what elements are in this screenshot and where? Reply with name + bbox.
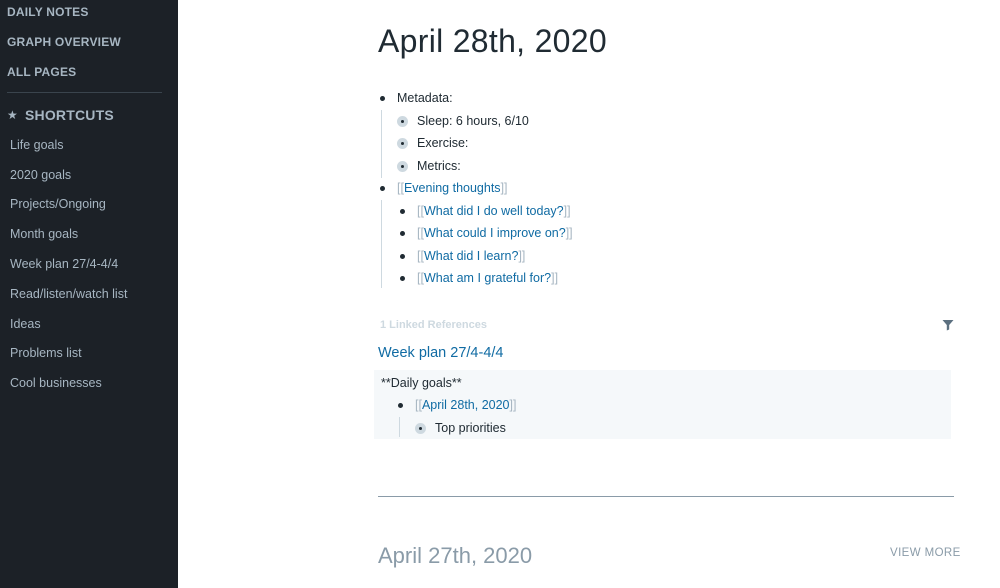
- link-question-1[interactable]: What did I do well today?: [424, 204, 564, 218]
- shortcut-ideas[interactable]: Ideas: [10, 317, 41, 331]
- nav-graph-overview[interactable]: GRAPH OVERVIEW: [7, 35, 121, 49]
- shortcut-read-list[interactable]: Read/listen/watch list: [10, 287, 127, 301]
- block-metadata[interactable]: Metadata:: [376, 91, 453, 105]
- sidebar-divider: [7, 92, 162, 93]
- collapsed-bullet-icon[interactable]: [396, 139, 408, 147]
- shortcut-life-goals[interactable]: Life goals: [10, 138, 64, 152]
- link-question-4[interactable]: What am I grateful for?: [424, 271, 551, 285]
- shortcut-week-plan[interactable]: Week plan 27/4-4/4: [10, 257, 118, 271]
- page-title[interactable]: April 28th, 2020: [378, 23, 607, 60]
- block-question-4[interactable]: [[What am I grateful for?]]: [396, 271, 558, 285]
- thread-line: [399, 417, 400, 437]
- block-exercise[interactable]: Exercise:: [396, 136, 468, 150]
- block-question-3[interactable]: [[What did I learn?]]: [396, 249, 525, 263]
- view-more-button[interactable]: VIEW MORE: [890, 547, 961, 559]
- linked-references-count: 1 Linked References: [380, 319, 487, 331]
- nav-daily-notes[interactable]: DAILY NOTES: [7, 5, 89, 19]
- shortcut-cool-businesses[interactable]: Cool businesses: [10, 376, 102, 390]
- shortcut-projects-ongoing[interactable]: Projects/Ongoing: [10, 197, 106, 211]
- collapsed-bullet-icon[interactable]: [396, 162, 408, 170]
- shortcut-problems-list[interactable]: Problems list: [10, 346, 82, 360]
- reference-page-title[interactable]: Week plan 27/4-4/4: [378, 345, 503, 361]
- reference-grandchild[interactable]: Top priorities: [414, 421, 506, 435]
- block-question-2[interactable]: [[What could I improve on?]]: [396, 226, 573, 240]
- filter-icon[interactable]: [942, 319, 954, 331]
- day-divider: [378, 496, 954, 497]
- shortcuts-title: SHORTCUTS: [24, 107, 114, 123]
- bullet-icon[interactable]: [396, 253, 408, 259]
- shortcut-month-goals[interactable]: Month goals: [10, 227, 78, 241]
- link-question-3[interactable]: What did I learn?: [424, 249, 519, 263]
- block-question-1[interactable]: [[What did I do well today?]]: [396, 204, 571, 218]
- collapsed-bullet-icon[interactable]: [414, 424, 426, 432]
- thread-line: [381, 200, 382, 288]
- bullet-icon[interactable]: [376, 95, 388, 101]
- nav-all-pages[interactable]: ALL PAGES: [7, 65, 76, 79]
- reference-child-link[interactable]: [[April 28th, 2020]]: [394, 398, 516, 412]
- sidebar: DAILY NOTES GRAPH OVERVIEW ALL PAGES ★ S…: [0, 0, 178, 588]
- bullet-icon[interactable]: [394, 402, 406, 408]
- link-question-2[interactable]: What could I improve on?: [424, 226, 566, 240]
- reference-text[interactable]: **Daily goals**: [381, 376, 462, 390]
- next-day-title[interactable]: April 27th, 2020: [378, 543, 532, 569]
- block-sleep[interactable]: Sleep: 6 hours, 6/10: [396, 114, 529, 128]
- block-metrics[interactable]: Metrics:: [396, 159, 461, 173]
- shortcut-2020-goals[interactable]: 2020 goals: [10, 168, 71, 182]
- bullet-icon[interactable]: [376, 185, 388, 191]
- block-evening-thoughts[interactable]: [[Evening thoughts]]: [376, 181, 508, 195]
- link-evening-thoughts[interactable]: Evening thoughts: [404, 181, 501, 195]
- collapsed-bullet-icon[interactable]: [396, 117, 408, 125]
- bullet-icon[interactable]: [396, 208, 408, 214]
- link-april-28[interactable]: April 28th, 2020: [422, 398, 510, 412]
- bullet-icon[interactable]: [396, 230, 408, 236]
- main-content: April 28th, 2020 Metadata: Sleep: 6 hour…: [178, 0, 1000, 588]
- star-icon: ★: [7, 108, 18, 122]
- thread-line: [381, 110, 382, 178]
- shortcuts-header: ★ SHORTCUTS: [7, 107, 114, 123]
- bullet-icon[interactable]: [396, 275, 408, 281]
